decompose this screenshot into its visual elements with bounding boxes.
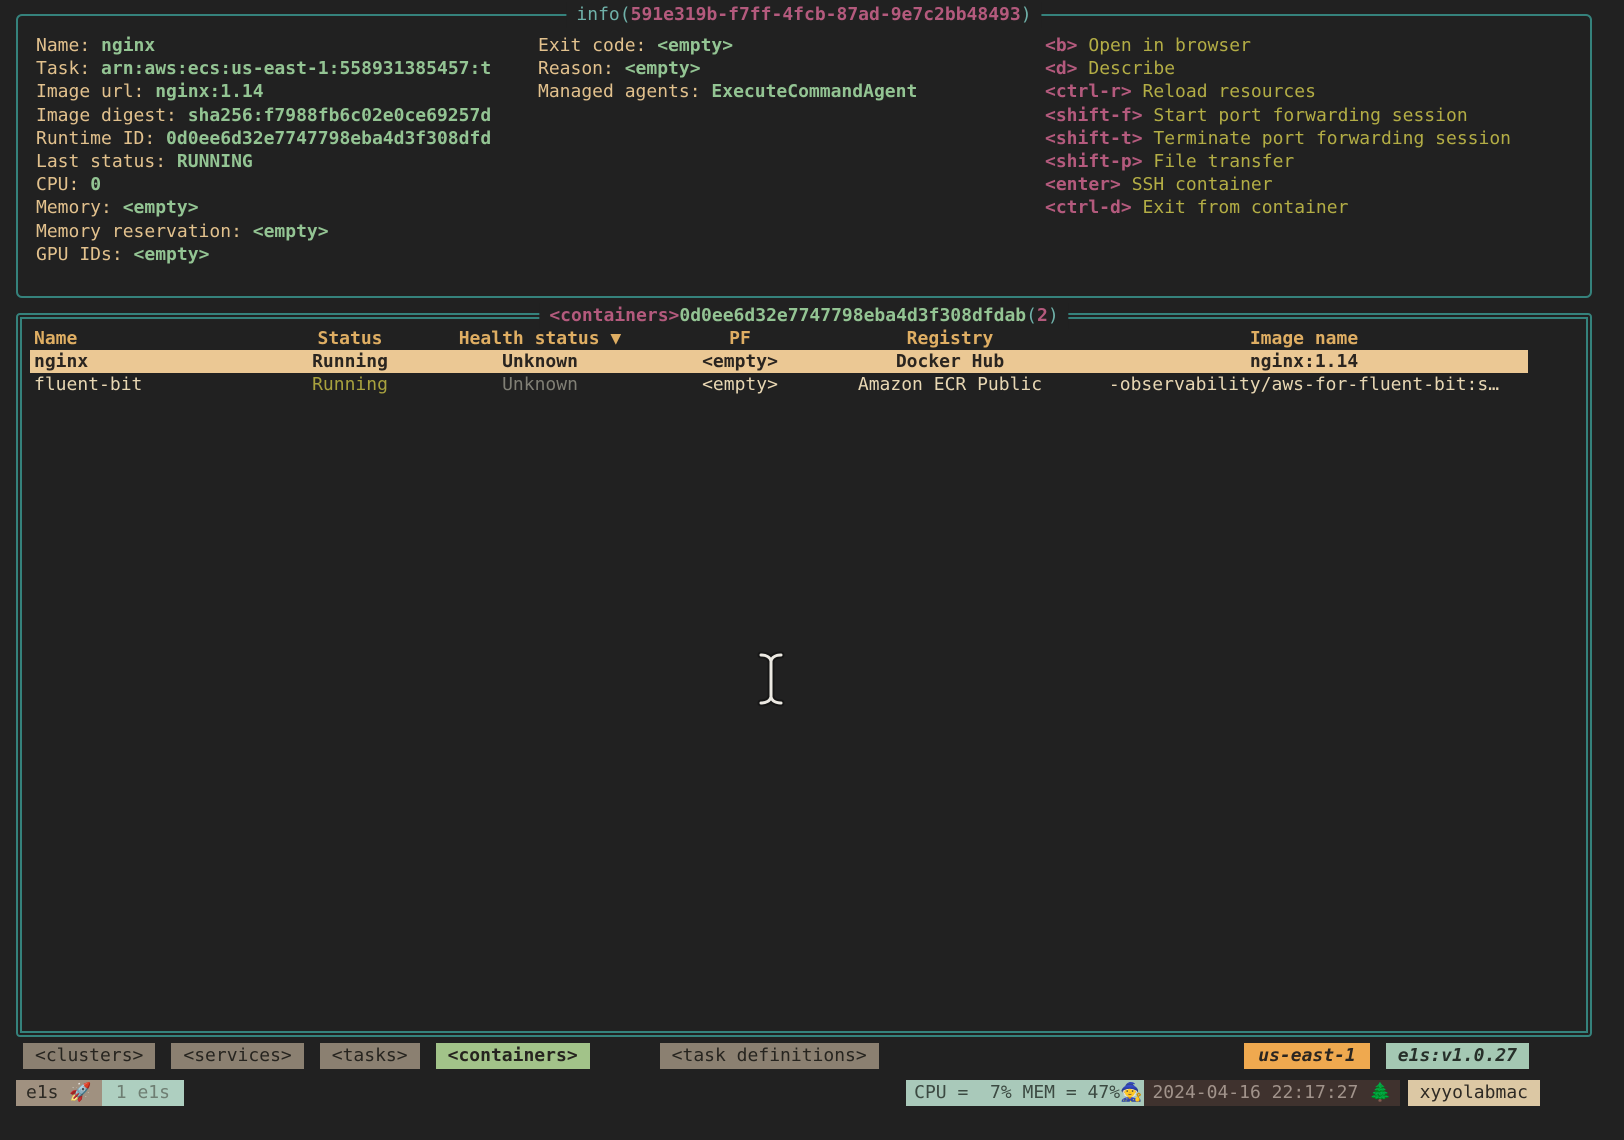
shortcut-describe: <d> Describe xyxy=(1045,58,1176,80)
tree-icon: 🌲 xyxy=(1369,1082,1392,1103)
cell-registry: Amazon ECR Public xyxy=(857,374,1043,396)
column-header-registry[interactable]: Registry xyxy=(820,327,1080,350)
shortcut-terminate-port-forward: <shift-t> Terminate port forwarding sess… xyxy=(1045,127,1512,149)
nav-clusters-button[interactable]: <clusters> xyxy=(23,1043,156,1069)
table-header-row: Name Status Health status ▼ PF Registry … xyxy=(30,327,1528,350)
info-field-memory: Memory: <empty> xyxy=(36,197,199,219)
nav-services-button[interactable]: <services> xyxy=(171,1043,304,1069)
containers-count: 2 xyxy=(1036,305,1048,326)
info-field-last-status: Last status: RUNNING xyxy=(36,151,253,173)
info-field-task: Task: arn:aws:ecs:us-east-1:558931385457… xyxy=(36,58,492,80)
info-field-cpu: CPU: 0 xyxy=(36,174,102,196)
info-field-reason: Reason: <empty> xyxy=(538,58,701,80)
cell-health: Unknown xyxy=(502,374,578,396)
column-header-pf[interactable]: PF xyxy=(660,327,820,350)
cell-image: nginx:1.14 xyxy=(1249,351,1359,373)
cell-pf: <empty> xyxy=(702,351,778,373)
cell-registry: Docker Hub xyxy=(895,351,1005,373)
nav-task-definitions-button[interactable]: <task definitions> xyxy=(659,1043,879,1069)
info-left-column: Name: nginx Task: arn:aws:ecs:us-east-1:… xyxy=(36,34,538,266)
info-field-exit-code: Exit code: <empty> xyxy=(538,35,734,56)
nav-containers-button[interactable]: <containers> xyxy=(435,1043,590,1069)
cell-name: fluent-bit xyxy=(34,374,143,396)
cpu-mem-badge: CPU = 7% MEM = 47%🧙 xyxy=(906,1080,1145,1106)
shortcut-reload: <ctrl-r> Reload resources xyxy=(1045,81,1316,103)
navigation-bar: <clusters> <services> <tasks> <container… xyxy=(23,1043,1624,1069)
cell-name: nginx xyxy=(34,351,89,373)
info-field-memory-reservation: Memory reservation: <empty> xyxy=(36,220,329,242)
info-panel-title: info(591e319b-f7ff-4fcb-87ad-9e7c2bb4849… xyxy=(566,2,1042,28)
info-middle-column: Exit code: <empty> Reason: <empty> Manag… xyxy=(538,34,1045,266)
containers-title-task-id: 0d0ee6d32e7747798eba4d3f308dfdab xyxy=(679,305,1027,326)
hostname-badge: xyyolabmac xyxy=(1407,1080,1540,1106)
info-field-name: Name: nginx xyxy=(36,35,156,56)
info-title-task-id: 591e319b-f7ff-4fcb-87ad-9e7c2bb48493 xyxy=(630,4,1021,25)
info-title-prefix: info( xyxy=(576,4,631,25)
datetime-badge: 2024-04-16 22:17:27 🌲 xyxy=(1144,1080,1400,1106)
column-header-image-name[interactable]: Image name xyxy=(1080,327,1528,350)
nav-tasks-button[interactable]: <tasks> xyxy=(319,1043,420,1069)
region-badge: us-east-1 xyxy=(1244,1043,1370,1069)
shortcut-list: <b> Open in browser <d> Describe <ctrl-r… xyxy=(1045,34,1590,266)
info-field-image-url: Image url: nginx:1.14 xyxy=(36,81,264,103)
table-row-nginx[interactable]: nginx Running Unknown <empty> Docker Hub… xyxy=(30,350,1528,374)
rocket-icon: 🚀 xyxy=(69,1082,92,1103)
info-field-runtime-id: Runtime ID: 0d0ee6d32e7747798eba4d3f308d… xyxy=(36,127,492,149)
session-count-badge: 1 e1s xyxy=(101,1080,184,1106)
version-badge: e1s:v1.0.27 xyxy=(1385,1043,1529,1069)
app-badge: e1s 🚀 xyxy=(16,1080,102,1106)
column-header-health-status[interactable]: Health status ▼ xyxy=(420,327,660,350)
containers-panel: <containers>0d0ee6d32e7747798eba4d3f308d… xyxy=(16,303,1592,1037)
cell-health: Unknown xyxy=(502,351,578,373)
containers-panel-title: <containers>0d0ee6d32e7747798eba4d3f308d… xyxy=(539,303,1069,329)
column-header-name[interactable]: Name xyxy=(30,327,280,350)
cell-image: -observability/aws-for-fluent-bit:s… xyxy=(1108,374,1500,396)
wizard-icon: 🧙 xyxy=(1120,1082,1143,1103)
containers-title-tag: <containers> xyxy=(549,305,680,326)
column-header-status[interactable]: Status xyxy=(280,327,420,350)
info-field-managed-agents: Managed agents: ExecuteCommandAgent xyxy=(538,81,918,103)
shortcut-open-browser: <b> Open in browser xyxy=(1045,35,1251,56)
containers-table: Name Status Health status ▼ PF Registry … xyxy=(30,327,1528,397)
cell-status: Running xyxy=(312,374,388,396)
shortcut-file-transfer: <shift-p> File transfer xyxy=(1045,151,1295,173)
info-field-gpu-ids: GPU IDs: <empty> xyxy=(36,243,210,265)
cell-status: Running xyxy=(312,351,388,373)
info-field-image-digest: Image digest: sha256:f7988fb6c02e0ce6925… xyxy=(36,104,492,126)
shortcut-exit-container: <ctrl-d> Exit from container xyxy=(1045,197,1349,219)
table-row-fluent-bit[interactable]: fluent-bit Running Unknown <empty> Amazo… xyxy=(30,373,1528,396)
info-panel: info(591e319b-f7ff-4fcb-87ad-9e7c2bb4849… xyxy=(16,2,1592,298)
info-title-suffix: ) xyxy=(1020,4,1032,25)
shortcut-start-port-forward: <shift-f> Start port forwarding session xyxy=(1045,104,1468,126)
status-bar: e1s 🚀 1 e1s CPU = 7% MEM = 47%🧙 2024-04-… xyxy=(16,1080,1624,1106)
shortcut-ssh: <enter> SSH container xyxy=(1045,174,1273,196)
cell-pf: <empty> xyxy=(702,374,778,396)
